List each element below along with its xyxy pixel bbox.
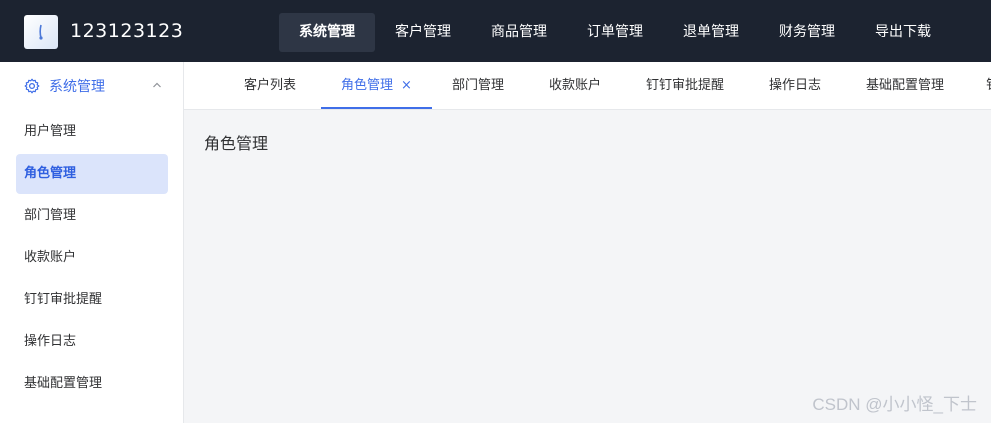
tab-customer-list[interactable]: 客户列表 [244, 62, 296, 109]
tab-label: 角色管理 [341, 78, 394, 93]
topnav-product[interactable]: 商品管理 [471, 13, 567, 52]
app-logo[interactable] [24, 15, 58, 49]
tab-basic-config[interactable]: 基础配置管理 [866, 62, 944, 109]
app-root: 123123123 系统管理 客户管理 商品管理 订单管理 退单管理 财务管理 … [0, 0, 991, 423]
topnav-order[interactable]: 订单管理 [567, 13, 663, 52]
page-title: 角色管理 [204, 134, 269, 153]
topnav-finance[interactable]: 财务管理 [759, 13, 855, 52]
main-content: 角色管理 CSDN @小小怪_下士 [184, 110, 991, 423]
watermark: CSDN @小小怪_下士 [812, 395, 977, 414]
logo-icon [39, 24, 43, 40]
sidebar-item-roles[interactable]: 角色管理 [16, 154, 168, 194]
topnav-customer[interactable]: 客户管理 [375, 13, 471, 52]
tabs-bar: 客户列表 角色管理 × 部门管理 收款账户 钉钉审批提醒 操作日志 基础配置管理 … [184, 62, 991, 110]
sidebar: 系统管理 用户管理 角色管理 部门管理 收款账户 钉钉审批提醒 操作日志 基础配… [0, 62, 184, 423]
topnav-refund[interactable]: 退单管理 [663, 13, 759, 52]
sidebar-item-basic-config[interactable]: 基础配置管理 [16, 364, 168, 404]
sidebar-item-departments[interactable]: 部门管理 [16, 196, 168, 236]
active-tab-indicator [321, 107, 432, 109]
top-nav: 系统管理 客户管理 商品管理 订单管理 退单管理 财务管理 导出下载 [279, 13, 951, 52]
sidebar-group-system[interactable]: 系统管理 [0, 62, 183, 110]
gear-icon [24, 78, 40, 94]
sidebar-item-payment-accounts[interactable]: 收款账户 [16, 238, 168, 278]
topnav-export[interactable]: 导出下载 [855, 13, 951, 52]
chevron-up-icon[interactable] [151, 79, 163, 91]
sidebar-group-label: 系统管理 [49, 79, 105, 95]
close-icon[interactable]: × [401, 62, 412, 109]
tab-role-management[interactable]: 角色管理 × [341, 62, 412, 109]
sidebar-item-users[interactable]: 用户管理 [16, 112, 168, 152]
tab-overflow[interactable]: 钅 [986, 62, 991, 109]
tab-payment-accounts[interactable]: 收款账户 [549, 62, 601, 109]
top-bar: 123123123 系统管理 客户管理 商品管理 订单管理 退单管理 财务管理 … [0, 0, 991, 62]
sidebar-item-dingtalk-reminder[interactable]: 钉钉审批提醒 [16, 280, 168, 320]
sidebar-item-operation-log[interactable]: 操作日志 [16, 322, 168, 362]
app-title: 123123123 [70, 20, 184, 42]
tab-dingtalk-reminder[interactable]: 钉钉审批提醒 [646, 62, 724, 109]
topnav-system[interactable]: 系统管理 [279, 13, 375, 52]
tab-operation-log[interactable]: 操作日志 [769, 62, 821, 109]
tab-department-management[interactable]: 部门管理 [452, 62, 504, 109]
